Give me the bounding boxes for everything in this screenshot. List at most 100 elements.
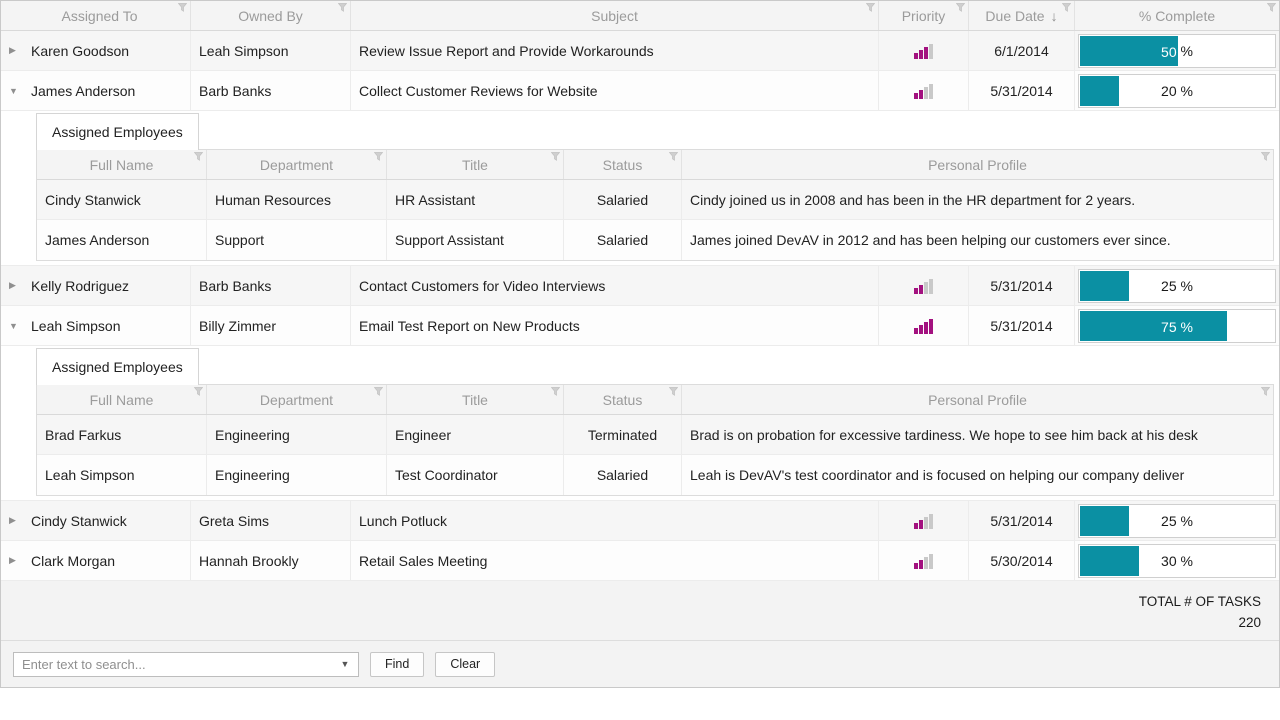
subject-cell: Collect Customer Reviews for Website [351,71,879,110]
filter-icon[interactable] [550,152,561,161]
chevron-down-icon[interactable]: ▼ [332,659,358,669]
column-header-subject[interactable]: Subject [351,1,879,30]
column-header-title[interactable]: Title [387,385,564,414]
progress-label: 75 % [1161,318,1193,335]
progress-fill: 50 % [1080,35,1178,66]
filter-icon[interactable] [1061,3,1072,12]
filter-icon[interactable] [373,387,384,396]
column-header-owned-by[interactable]: Owned By [191,1,351,30]
cell-text: Barb Banks [199,277,272,294]
expand-row-icon[interactable]: ▶ [9,555,31,566]
pct-complete-cell: 30 %30 % [1075,541,1279,580]
column-header-label: Subject [591,7,638,24]
find-button[interactable]: Find [370,651,425,677]
table-row[interactable]: ▶ Clark Morgan Hannah Brookly Retail Sales … [1,541,1279,581]
column-header-full-name[interactable]: Full Name [37,385,207,414]
filter-icon[interactable] [668,152,679,161]
owned-by-cell: Leah Simpson [191,31,351,70]
cell-text: James joined DevAV in 2012 and has been … [690,232,1171,248]
priority-bar [929,318,933,334]
column-header-due-date[interactable]: Due Date ↓ [969,1,1075,30]
filter-icon[interactable] [177,3,188,12]
column-header-label: Department [259,156,334,173]
status-cell: Terminated [564,415,682,454]
pct-complete-cell: 25 %25 % [1075,266,1279,305]
cell-text: Salaried [596,191,649,208]
column-header-label: Priority [901,7,946,24]
clear-button[interactable]: Clear [435,651,496,677]
cell-text: Support [215,232,265,248]
cell-text: Engineering [215,467,290,483]
collapse-row-icon[interactable]: ▼ [9,321,31,331]
detail-tab-assigned-employees[interactable]: Assigned Employees [36,348,199,385]
column-header-assigned-to[interactable]: Assigned To [1,1,191,30]
table-row[interactable]: ▶ Cindy Stanwick Greta Sims Lunch Potluck 5/… [1,501,1279,541]
sort-desc-icon: ↓ [1050,7,1058,24]
pct-complete-cell: 50 %50 % [1075,31,1279,70]
table-row[interactable]: ▶ Kelly Rodriguez Barb Banks Contact Custom… [1,266,1279,306]
column-header-full-name[interactable]: Full Name [37,150,207,179]
title-cell: Test Coordinator [387,455,564,495]
employee-row[interactable]: Cindy Stanwick Human Resources HR Assistan… [37,180,1273,220]
filter-icon[interactable] [955,3,966,12]
column-header-title[interactable]: Title [387,150,564,179]
cell-text: Review Issue Report and Provide Workarou… [359,42,654,59]
expand-row-icon[interactable]: ▶ [9,515,31,526]
filter-icon[interactable] [337,3,348,12]
priority-bar [924,86,928,99]
collapse-row-icon[interactable]: ▼ [9,86,31,96]
expand-row-icon[interactable]: ▶ [9,280,31,291]
employee-row[interactable]: Brad Farkus Engineering Engineer Terminated… [37,415,1273,455]
column-header-personal-profile[interactable]: Personal Profile [682,385,1273,414]
filter-icon[interactable] [1266,3,1277,12]
cell-text: Leah Simpson [45,467,135,483]
department-cell: Engineering [207,415,387,454]
cell-text: Email Test Report on New Products [359,317,580,334]
filter-icon[interactable] [373,152,384,161]
column-header-status[interactable]: Status [564,150,682,179]
progress-label: 25 % [1080,271,1129,301]
column-header-complete[interactable]: % Complete [1075,1,1279,30]
filter-icon[interactable] [193,387,204,396]
detail-tab-assigned-employees[interactable]: Assigned Employees [36,113,199,150]
table-row[interactable]: ▼ James Anderson Barb Banks Collect Custome… [1,71,1279,111]
filter-icon[interactable] [1260,387,1271,396]
cell-text: Engineering [215,426,290,443]
priority-bar [924,321,928,334]
search-input[interactable] [14,656,332,672]
filter-icon[interactable] [865,3,876,12]
column-header-label: Assigned To [61,7,138,24]
cell-text: Support Assistant [395,232,504,248]
priority-bar [914,327,918,334]
full-name-cell: Brad Farkus [37,415,207,454]
cell-text: HR Assistant [395,191,476,208]
filter-icon[interactable] [668,387,679,396]
employees-subgrid: Full Name Department Title Status Personal P… [36,384,1274,496]
progress-fill: 25 % [1080,505,1129,536]
filter-icon[interactable] [550,387,561,396]
full-name-cell: James Anderson [37,220,207,260]
cell-text: Leah Simpson [31,317,121,334]
filter-icon[interactable] [1260,152,1271,161]
expand-row-icon[interactable]: ▶ [9,45,31,56]
filter-icon[interactable] [193,152,204,161]
table-row[interactable]: ▼ Leah Simpson Billy Zimmer Email Test Repo… [1,306,1279,346]
department-cell: Human Resources [207,180,387,219]
priority-bar [919,519,923,529]
column-header-department[interactable]: Department [207,150,387,179]
column-header-label: Full Name [89,391,154,408]
priority-bar [929,553,933,569]
employee-row[interactable]: Leah Simpson Engineering Test Coordinator S… [37,455,1273,495]
column-header-priority[interactable]: Priority [879,1,969,30]
assigned-to-cell: ▼ Leah Simpson [1,306,191,345]
department-cell: Support [207,220,387,260]
priority-bar [924,516,928,529]
column-header-department[interactable]: Department [207,385,387,414]
column-header-label: Personal Profile [928,156,1027,173]
cell-text: Karen Goodson [31,42,130,59]
column-header-status[interactable]: Status [564,385,682,414]
cell-text: Brad Farkus [45,426,122,443]
table-row[interactable]: ▶ Karen Goodson Leah Simpson Review Issue R… [1,31,1279,71]
employee-row[interactable]: James Anderson Support Support Assistant Sa… [37,220,1273,260]
column-header-personal-profile[interactable]: Personal Profile [682,150,1273,179]
